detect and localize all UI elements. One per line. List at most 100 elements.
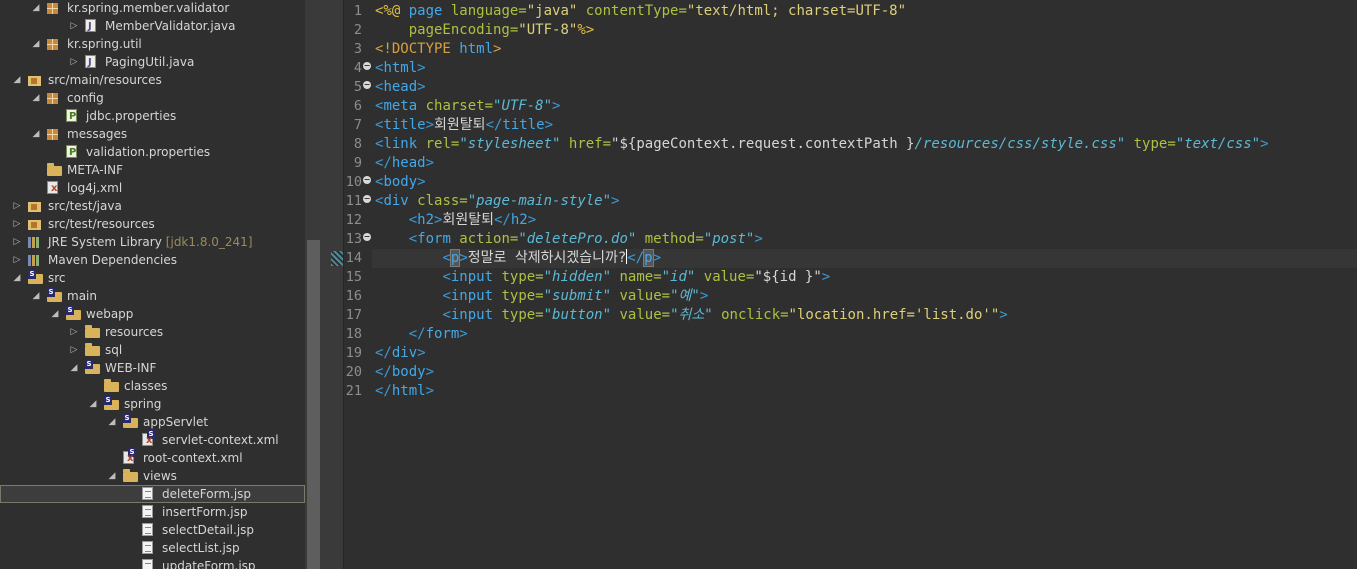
collapse-arrow-icon[interactable]: ◢ — [30, 0, 42, 17]
fold-toggle-icon[interactable]: − — [363, 195, 371, 203]
code-line-13[interactable]: <form action="deletePro.do" method="post… — [375, 230, 763, 249]
source-folder-icon — [28, 202, 41, 212]
tree-item[interactable]: ◢ kr.spring.util — [0, 35, 305, 53]
tree-item[interactable]: ◢ WEB-INF — [0, 359, 305, 377]
tree-item[interactable]: ◢ spring — [0, 395, 305, 413]
expand-arrow-icon[interactable]: ▷ — [11, 215, 23, 233]
collapse-arrow-icon[interactable]: ◢ — [106, 467, 118, 485]
collapse-arrow-icon[interactable]: ◢ — [30, 125, 42, 143]
tree-item-label: src — [48, 269, 66, 287]
collapse-arrow-icon[interactable]: ◢ — [49, 305, 61, 323]
tree-item[interactable]: ▷ MemberValidator.java — [0, 17, 305, 36]
fold-toggle-icon[interactable]: − — [363, 233, 371, 241]
text-content: 정말로 삭제하시겠습니까? — [467, 250, 627, 266]
tree-item-text: log4j.xml — [67, 181, 123, 195]
tree-item[interactable]: updateForm.jsp — [0, 557, 305, 569]
collapse-arrow-icon[interactable]: ◢ — [30, 287, 42, 305]
code-line-19[interactable]: </div> — [375, 344, 426, 363]
expand-arrow-icon[interactable]: ▷ — [11, 251, 23, 269]
code-line-20[interactable]: </body> — [375, 363, 434, 382]
attribute-value: "page-main-style" — [467, 193, 612, 209]
code-line-9[interactable]: </head> — [375, 154, 434, 173]
tag-name: body — [391, 364, 426, 380]
tree-item[interactable]: jdbc.properties — [0, 107, 305, 126]
tree-item[interactable]: validation.properties — [0, 143, 305, 162]
tag-bracket: > — [754, 231, 763, 247]
code-line-7[interactable]: <title>회원탈퇴</title> — [375, 116, 553, 135]
tree-item[interactable]: ▷ Maven Dependencies — [0, 251, 305, 269]
code-line-4[interactable]: <html> — [375, 59, 426, 78]
collapse-arrow-icon[interactable]: ◢ — [11, 269, 23, 287]
tree-item[interactable]: selectList.jsp — [0, 539, 305, 557]
tree-item[interactable]: ◢ src/main/resources — [0, 71, 305, 89]
tree-item[interactable]: insertForm.jsp — [0, 503, 305, 521]
tag-bracket: > — [459, 326, 468, 342]
tree-item[interactable]: ◢ appServlet — [0, 413, 305, 431]
tree-item[interactable]: classes — [0, 377, 305, 395]
collapse-arrow-icon[interactable]: ◢ — [87, 395, 99, 413]
code-line-17[interactable]: <input type="button" value="취소" onclick=… — [375, 306, 1007, 325]
expand-arrow-icon[interactable]: ▷ — [68, 17, 80, 35]
collapse-arrow-icon[interactable]: ◢ — [30, 89, 42, 107]
code-line-10[interactable]: <body> — [375, 173, 426, 192]
tree-item[interactable]: servlet-context.xml — [0, 430, 305, 450]
tree-item-text: sql — [105, 343, 123, 357]
tree-item[interactable]: ◢ views — [0, 467, 305, 485]
tree-item[interactable]: ▷ JRE System Library [jdk1.8.0_241] — [0, 233, 305, 251]
tree-item[interactable]: ◢ kr.spring.member.validator — [0, 0, 305, 17]
tag-name: title — [383, 117, 426, 133]
tree-item[interactable]: deleteForm.jsp — [0, 485, 305, 503]
code-line-14-current[interactable]: <p>정말로 삭제하시겠습니까?</p> — [372, 249, 1357, 268]
tree-item[interactable]: ▷ src/test/java — [0, 197, 305, 215]
tree-item[interactable]: ▷ src/test/resources — [0, 215, 305, 233]
tree-item[interactable]: log4j.xml — [0, 179, 305, 198]
code-line-3[interactable]: <!DOCTYPE html> — [375, 40, 501, 59]
expand-arrow-icon[interactable]: ▷ — [11, 197, 23, 215]
fold-toggle-icon[interactable]: − — [363, 176, 371, 184]
tree-item[interactable]: root-context.xml — [0, 448, 305, 468]
collapse-arrow-icon[interactable]: ◢ — [106, 413, 118, 431]
collapse-arrow-icon[interactable]: ◢ — [30, 35, 42, 53]
tag-name: head — [391, 155, 426, 171]
fold-toggle-icon[interactable]: − — [363, 62, 371, 70]
attribute-value: "hidden" — [543, 269, 612, 285]
collapse-arrow-icon[interactable]: ◢ — [68, 359, 80, 377]
code-line-12[interactable]: <h2>회원탈퇴</h2> — [375, 211, 536, 230]
attribute-name: href= — [560, 136, 612, 152]
tree-item[interactable]: ◢ src — [0, 269, 305, 287]
code-line-18[interactable]: </form> — [375, 325, 468, 344]
explorer-scrollbar-thumb[interactable] — [307, 240, 320, 569]
tree-item[interactable]: ▷ sql — [0, 341, 305, 359]
tree-item-text: src/main/resources — [48, 73, 162, 87]
code-line-1[interactable]: <%@ page language="java" contentType="te… — [375, 2, 906, 21]
folder-icon — [66, 306, 81, 320]
expand-arrow-icon[interactable]: ▷ — [11, 233, 23, 251]
tree-item[interactable]: ◢ messages — [0, 125, 305, 143]
fold-toggle-icon[interactable]: − — [363, 81, 371, 89]
tree-item[interactable]: META-INF — [0, 161, 305, 179]
code-line-16[interactable]: <input type="submit" value="예"> — [375, 287, 708, 306]
expand-arrow-icon[interactable]: ▷ — [68, 323, 80, 341]
code-line-8[interactable]: <link rel="stylesheet" href="${pageConte… — [375, 135, 1269, 154]
tree-item[interactable]: ◢ webapp — [0, 305, 305, 323]
expand-arrow-icon[interactable]: ▷ — [68, 341, 80, 359]
code-editor[interactable]: 1 2 3 4−5−6 7 8 9 10−11−12 13−14 15 16 17 18 19 20 21 <… — [331, 0, 1357, 569]
tag-bracket: > — [459, 250, 468, 266]
folder-icon — [123, 414, 138, 428]
code-line-11[interactable]: <div class="page-main-style"> — [375, 192, 619, 211]
code-line-2[interactable]: pageEncoding="UTF-8"%> — [375, 21, 594, 40]
tree-item[interactable]: ◢ main — [0, 287, 305, 305]
code-line-5[interactable]: <head> — [375, 78, 426, 97]
tree-item[interactable]: selectDetail.jsp — [0, 521, 305, 539]
code-line-6[interactable]: <meta charset="UTF-8"> — [375, 97, 560, 116]
code-line-21[interactable]: </html> — [375, 382, 434, 401]
tag-name: title — [502, 117, 545, 133]
tree-item[interactable]: ◢ config — [0, 89, 305, 107]
tree-item[interactable]: ▷ resources — [0, 323, 305, 341]
code-line-15[interactable]: <input type="hidden" name="id" value="${… — [375, 268, 830, 287]
tree-item[interactable]: ▷ PagingUtil.java — [0, 53, 305, 72]
collapse-arrow-icon[interactable]: ◢ — [11, 71, 23, 89]
tag-bracket: > — [425, 383, 435, 399]
expand-arrow-icon[interactable]: ▷ — [68, 53, 80, 71]
tree-item-label: views — [143, 467, 177, 485]
